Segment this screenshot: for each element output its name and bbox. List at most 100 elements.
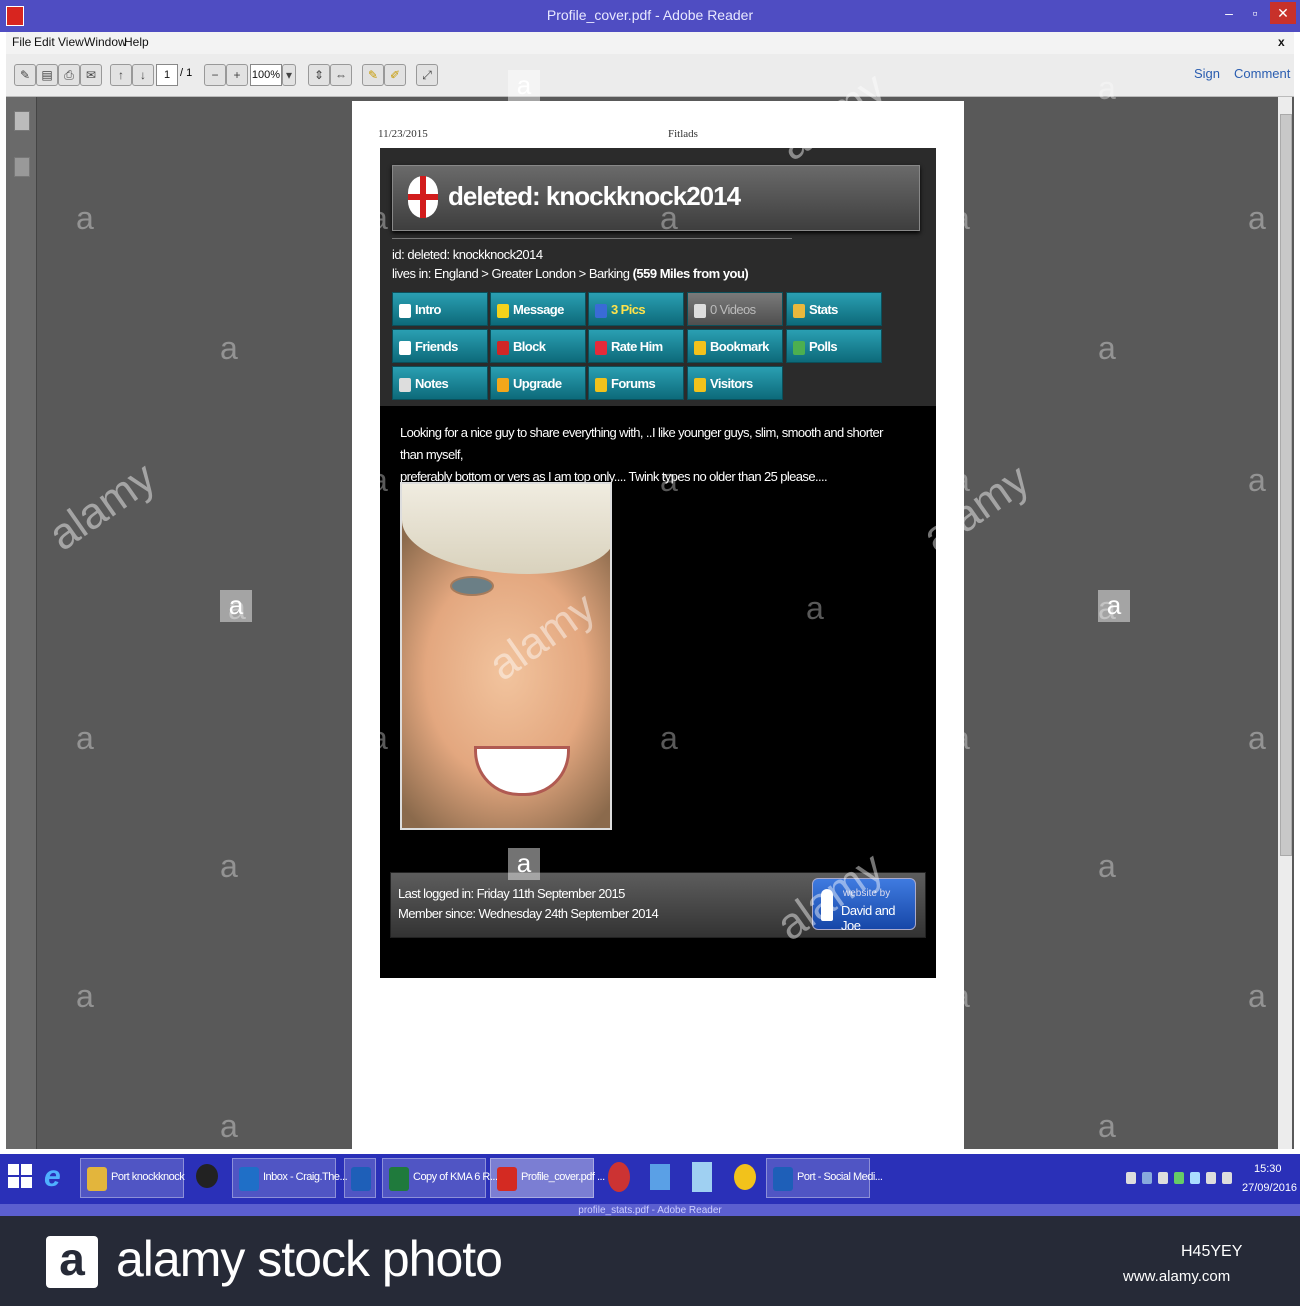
minimize-button[interactable]: –	[1216, 2, 1242, 24]
menu-window[interactable]: Window	[84, 35, 127, 49]
nav-button-block[interactable]: Block	[490, 329, 586, 363]
watermark-letter: a	[952, 978, 970, 1014]
watermark-letter: a	[660, 978, 678, 1014]
nav-button-label: Message	[513, 302, 564, 317]
attachments-paperclip-icon[interactable]	[14, 157, 30, 177]
app-notes-icon[interactable]	[650, 1164, 670, 1190]
zoom-in-icon[interactable]: +	[226, 64, 248, 86]
tray-mail-icon[interactable]	[1126, 1172, 1136, 1184]
tray-volume-icon[interactable]	[1222, 1172, 1232, 1184]
taskbar-item[interactable]: Inbox - Craig.The...	[232, 1158, 348, 1198]
tray-app-icon[interactable]	[1142, 1172, 1152, 1184]
watermark-letter: a	[220, 330, 238, 366]
watermark-letter: a	[1098, 848, 1116, 884]
nav-icon	[595, 377, 607, 392]
watermark-letter: a	[1248, 720, 1266, 756]
nav-button-notes[interactable]: Notes	[392, 366, 488, 400]
nav-button-label: Intro	[415, 302, 441, 317]
email-icon[interactable]: ✉	[80, 64, 102, 86]
app-bomb-icon[interactable]	[196, 1164, 218, 1188]
watermark-letter: a	[1098, 70, 1116, 106]
close-window-button[interactable]: ✕	[1270, 2, 1296, 24]
nav-button-visitors[interactable]: Visitors	[687, 366, 783, 400]
photo-hair	[402, 484, 610, 574]
nav-button-0-videos[interactable]: 0 Videos	[687, 292, 783, 326]
clock-date[interactable]: 27/09/2016	[1242, 1182, 1297, 1194]
page-thumbnails-icon[interactable]	[14, 111, 30, 131]
taskbar-app-icon	[239, 1167, 259, 1191]
app-file-icon[interactable]	[692, 1162, 712, 1192]
nav-button-label: Block	[513, 339, 546, 354]
profile-name: deleted: knockknock2014	[448, 181, 741, 211]
nav-button-forums[interactable]: Forums	[588, 366, 684, 400]
print-icon[interactable]: ⎙	[58, 64, 80, 86]
fit-page-icon[interactable]: ⇕	[308, 64, 330, 86]
app-paint-icon[interactable]	[608, 1162, 630, 1192]
nav-icon	[694, 377, 706, 392]
nav-button-polls[interactable]: Polls	[786, 329, 882, 363]
nav-button-bookmark[interactable]: Bookmark	[687, 329, 783, 363]
zoom-dropdown-chevron-icon[interactable]: ▾	[282, 64, 296, 86]
app-tools-icon[interactable]	[734, 1164, 756, 1190]
window-title: Profile_cover.pdf - Adobe Reader	[546, 7, 754, 23]
tray-network-icon[interactable]	[1206, 1172, 1216, 1184]
menu-help[interactable]: Help	[124, 35, 149, 49]
windows-start-icon[interactable]	[8, 1164, 34, 1190]
comment-pane-link[interactable]: Comment	[1234, 66, 1290, 81]
menu-edit[interactable]: Edit	[34, 35, 55, 49]
tray-security-icon[interactable]	[1190, 1172, 1200, 1184]
watermark-box: a	[1098, 590, 1130, 622]
save-icon[interactable]: ▤	[36, 64, 58, 86]
taskbar-item[interactable]: Copy of KMA 6 R...	[382, 1158, 498, 1198]
watermark-box: a	[798, 1108, 830, 1140]
nav-button-3-pics[interactable]: 3 Pics	[588, 292, 684, 326]
watermark-letter: a	[76, 200, 94, 236]
maximize-button[interactable]: ▫	[1242, 2, 1268, 24]
bio-line-1: Looking for a nice guy to share everythi…	[400, 425, 884, 462]
taskbar-item[interactable]: Profile_cover.pdf ...	[490, 1158, 605, 1198]
alamy-logo: a	[46, 1236, 98, 1288]
scrollbar-thumb[interactable]	[1280, 114, 1292, 856]
close-document-button[interactable]: x	[1278, 35, 1285, 49]
sign-pane-link[interactable]: Sign	[1194, 66, 1220, 81]
photo-eye	[450, 576, 494, 596]
england-flag-icon	[408, 176, 438, 218]
watermark-letter: a	[516, 1108, 534, 1144]
create-pdf-icon[interactable]: ✎	[14, 64, 36, 86]
watermark-letter: a	[1248, 200, 1266, 236]
menu-file[interactable]: File	[12, 35, 31, 49]
taskbar-item[interactable]	[344, 1158, 376, 1198]
nav-icon	[497, 340, 509, 355]
highlight-icon[interactable]: ✐	[384, 64, 406, 86]
sticky-note-icon[interactable]: ✎	[362, 64, 384, 86]
nav-button-label: 0 Videos	[710, 302, 756, 317]
nav-icon	[595, 340, 607, 355]
zoom-out-icon[interactable]: −	[204, 64, 226, 86]
member-since: Member since: Wednesday 24th September 2…	[398, 906, 659, 921]
clock-time[interactable]: 15:30	[1254, 1163, 1282, 1175]
menu-view[interactable]: View	[58, 35, 84, 49]
nav-button-label: Friends	[415, 339, 458, 354]
taskbar-app-icon	[389, 1167, 409, 1191]
previous-page-icon[interactable]: ↑	[110, 64, 132, 86]
navigation-panel	[6, 97, 37, 1149]
page-number-input[interactable]: 1	[156, 64, 178, 86]
zoom-level-field[interactable]: 100%	[250, 64, 282, 86]
internet-explorer-icon[interactable]: e	[44, 1162, 72, 1192]
expand-icon[interactable]: ⤢	[416, 64, 438, 86]
nav-button-intro[interactable]: Intro	[392, 292, 488, 326]
menu-bar: File Edit View Window Help x	[6, 32, 1294, 55]
next-page-icon[interactable]: ↓	[132, 64, 154, 86]
tray-battery-icon[interactable]	[1174, 1172, 1184, 1184]
fit-width-icon[interactable]: ⇔	[330, 64, 352, 86]
nav-button-upgrade[interactable]: Upgrade	[490, 366, 586, 400]
nav-button-message[interactable]: Message	[490, 292, 586, 326]
tray-device-icon[interactable]	[1158, 1172, 1168, 1184]
watermark-box: a	[220, 590, 252, 622]
taskbar-item[interactable]: Port - Social Medi...	[766, 1158, 883, 1198]
nav-button-stats[interactable]: Stats	[786, 292, 882, 326]
taskbar-item[interactable]: Port knockknock	[80, 1158, 185, 1198]
nav-button-rate-him[interactable]: Rate Him	[588, 329, 684, 363]
photo-smile	[474, 746, 570, 796]
nav-button-friends[interactable]: Friends	[392, 329, 488, 363]
